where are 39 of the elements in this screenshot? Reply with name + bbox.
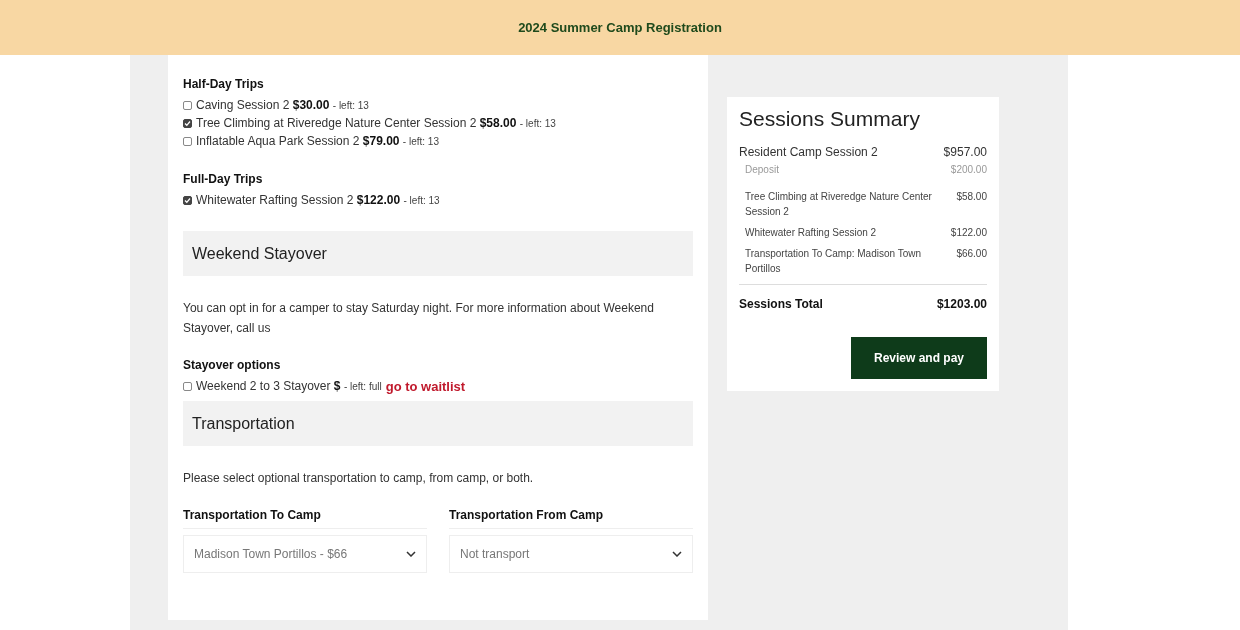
checkbox[interactable] [183,118,192,128]
line-item-amount: $122.00 [950,226,987,240]
chevron-down-icon [672,551,682,557]
group-title: Full-Day Trips [183,172,264,186]
line-item-amount: $66.00 [956,247,987,261]
option-label: Inflatable Aqua Park Session 2 $79.00 - left: 13 [196,134,439,148]
option-label: Caving Session 2 $30.00 - left: 13 [196,98,369,112]
checkbox[interactable] [183,195,192,205]
description-text: You can opt in for a camper to stay Saturday night. For more information about Weekend Stayover, call us [183,300,655,337]
group-title: Stayover options [183,358,282,372]
field-label: Transportation To Camp [183,508,427,529]
line-item-amount: $957.00 [943,145,987,160]
line-item-name: Resident Camp Session 2 [739,145,878,160]
line-item-name: Whitewater Rafting Session 2 [745,226,877,240]
checkbox[interactable] [183,100,192,110]
total-amount: $1203.00 [936,297,987,311]
dropdown-field[interactable]: Not transport [449,535,693,573]
option-label: Weekend 2 to 3 Stayover $ - left: full [196,379,382,393]
section-header: Transportation [183,401,693,446]
group-title: Half-Day Trips [183,77,265,91]
description-text: Please select optional transportation to camp, from camp, or both. [183,470,535,487]
line-item-amount: $58.00 [956,190,987,204]
review-and-pay-button[interactable]: Review and pay [851,337,987,379]
dropdown-field[interactable]: Madison Town Portillos - $66 [183,535,427,573]
checkbox[interactable] [183,381,192,391]
total-label: Sessions Total [739,297,823,311]
line-item-name: Tree Climbing at Riveredge Nature Center Session 2 [745,190,933,219]
page-title: 2024 Summer Camp Registration [518,20,722,35]
checkbox[interactable] [183,136,192,146]
option-label: Tree Climbing at Riveredge Nature Center Session 2 $58.00 - left: 13 [196,116,556,130]
chevron-down-icon [406,551,416,557]
section-header: Weekend Stayover [183,231,693,276]
line-item-name: Transportation To Camp: Madison Town Portillos [745,247,922,276]
option-label: Whitewater Rafting Session 2 $122.00 - left: 13 [196,193,440,207]
line-item-name: Deposit [745,163,779,177]
field-label: Transportation From Camp [449,508,693,529]
summary-title: Sessions Summary [739,107,921,131]
line-item-amount: $200.00 [950,163,987,177]
waitlist-link[interactable]: go to waitlist [385,378,466,394]
